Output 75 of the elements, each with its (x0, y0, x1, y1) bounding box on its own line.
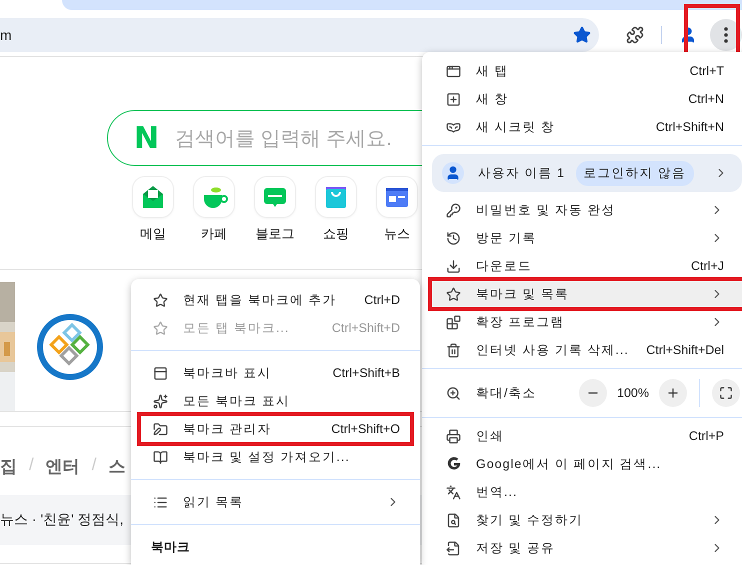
sign-in-status: 로그인하지 않음 (576, 160, 694, 186)
book-icon (153, 450, 168, 464)
separator-text: / (92, 455, 96, 476)
menu-item[interactable]: 모든 북마크 표시 (131, 387, 420, 415)
category-link[interactable]: 집 (0, 455, 17, 478)
window-icon (446, 64, 461, 78)
fullscreen-button[interactable] (712, 379, 740, 407)
download-icon (446, 258, 461, 274)
trash-icon (446, 342, 461, 358)
g-logo-icon (446, 456, 462, 472)
section-title: 북마크 (150, 539, 191, 556)
panel-icon (153, 366, 168, 380)
category-link[interactable]: 엔터 (46, 455, 80, 478)
profile-name: 사용자 이름 1 (478, 164, 566, 182)
menu-item[interactable]: 인쇄 Ctrl+P (422, 422, 742, 450)
headline-text[interactable]: 뉴스 · '친윤' 정점식, (0, 511, 124, 529)
mail-icon (133, 177, 173, 217)
shopping-icon (316, 177, 356, 217)
shortcut-link[interactable]: 뉴스 (377, 177, 417, 243)
translate-icon (446, 484, 461, 500)
magnifier-plus-icon (446, 386, 461, 400)
address-bar[interactable]: m (0, 18, 600, 52)
menu-item[interactable]: 읽기 목록 (131, 488, 420, 516)
puzzle-icon (626, 26, 644, 44)
menu-item[interactable]: 비밀번호 및 자동 완성 (422, 196, 742, 224)
blocks-icon (446, 314, 461, 330)
shortcut-link[interactable]: 쇼핑 (316, 177, 356, 243)
printer-icon (446, 428, 461, 444)
menu-item-label: 확대/축소 (476, 384, 538, 402)
sparkle-star-icon (153, 394, 168, 408)
menu-item[interactable]: Google에서 이 페이지 검색... (422, 450, 742, 478)
history-icon (446, 230, 461, 246)
fullscreen-icon (719, 386, 733, 400)
separator-text: / (29, 455, 34, 476)
menu-item[interactable]: 북마크 및 설정 가져오기... (131, 443, 420, 471)
address-text: m (0, 27, 12, 43)
menu-item[interactable]: 북마크 관리자 Ctrl+Shift+O (137, 412, 414, 446)
menu-item[interactable]: 다운로드 Ctrl+J (422, 252, 742, 280)
document-export-icon (446, 540, 461, 556)
folder-edit-icon (153, 422, 168, 436)
category-link[interactable]: 스 (108, 455, 126, 478)
star-icon (446, 286, 461, 302)
menu-item[interactable]: 새 탭 Ctrl+T (422, 57, 742, 85)
menu-item[interactable]: 번역... (422, 478, 742, 506)
menu-item[interactable]: 저장 및 공유 (422, 534, 742, 562)
menu-item[interactable]: 확장 프로그램 (422, 308, 742, 336)
menu-item[interactable]: 방문 기록 (422, 224, 742, 252)
bookmark-star-icon[interactable] (573, 26, 592, 44)
menu-item[interactable]: 북마크바 표시 Ctrl+Shift+B (131, 359, 420, 387)
menu-item[interactable]: 인터넷 사용 기록 삭제... Ctrl+Shift+Del (422, 336, 742, 364)
blog-icon (255, 177, 295, 217)
menu-item[interactable]: 찾기 및 수정하기 (422, 506, 742, 534)
shortcut-link[interactable]: 카페 (194, 177, 234, 243)
emblem-icon (35, 312, 105, 382)
shortcut-link[interactable]: 블로그 (255, 177, 295, 243)
cafe-icon (194, 177, 234, 217)
key-icon (446, 202, 461, 218)
menu-item[interactable]: 새 창 Ctrl+N (422, 85, 742, 113)
star-icon (153, 292, 168, 308)
news-icon (377, 177, 417, 217)
zoom-in-button[interactable] (659, 379, 687, 407)
menu-icon (724, 27, 728, 43)
avatar-icon (442, 162, 464, 184)
menu-item[interactable]: 현재 탭을 북마크에 추가 Ctrl+D (131, 286, 420, 314)
naver-logo: N (134, 120, 160, 156)
document-search-icon (446, 512, 461, 528)
list-icon (153, 494, 168, 510)
shortcut-link[interactable]: 메일 (133, 177, 173, 243)
plus-icon (666, 386, 680, 400)
search-placeholder: 검색어를 입력해 주세요. (175, 126, 392, 152)
zoom-value: 100% (616, 386, 650, 400)
profile-row[interactable]: 사용자 이름 1 로그인하지 않음 (432, 154, 742, 192)
new-window-icon (446, 92, 461, 106)
menu-item[interactable]: 북마크 및 목록 (428, 277, 742, 311)
star-icon (153, 320, 168, 336)
